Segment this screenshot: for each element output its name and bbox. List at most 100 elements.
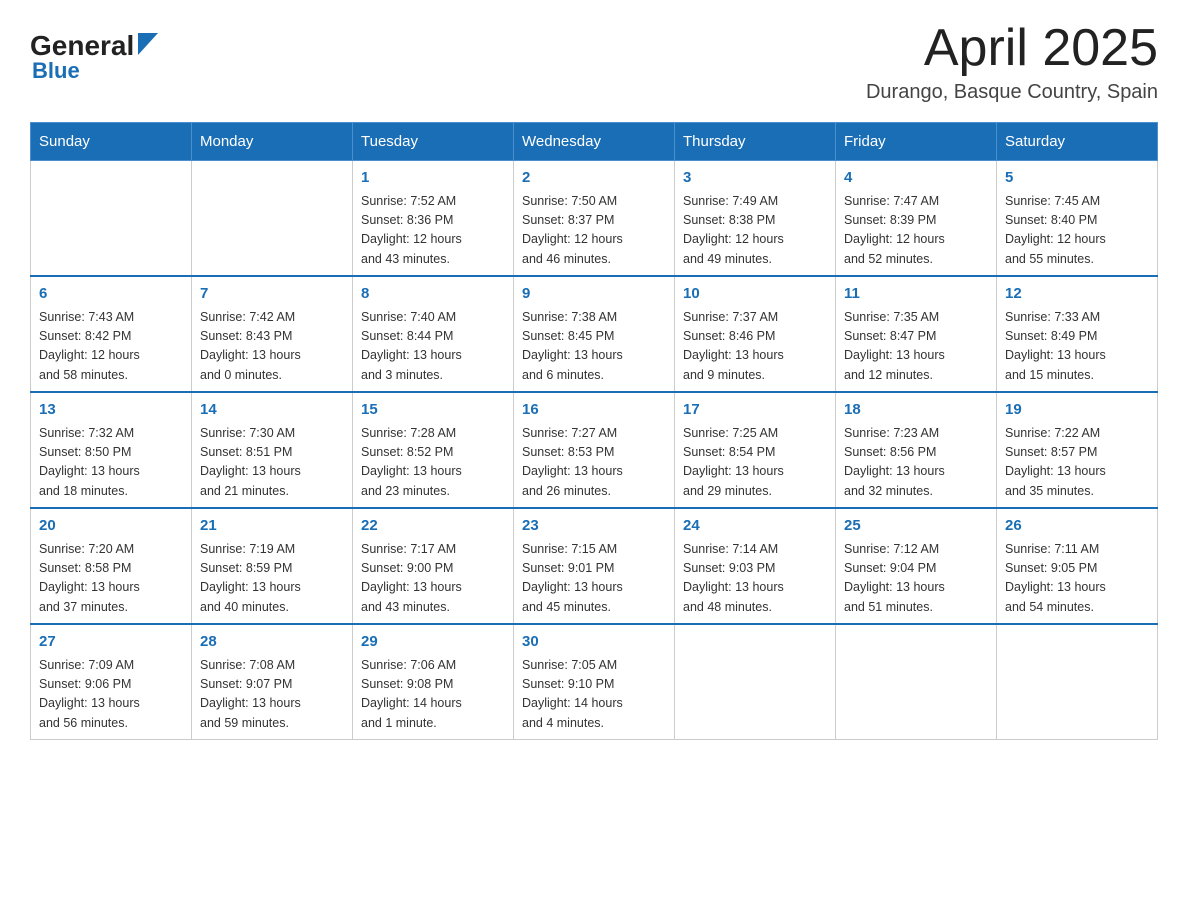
day-number: 2 — [522, 167, 666, 190]
day-info: Sunrise: 7:30 AM Sunset: 8:51 PM Dayligh… — [200, 424, 344, 502]
table-row: 27Sunrise: 7:09 AM Sunset: 9:06 PM Dayli… — [31, 624, 192, 740]
table-row: 30Sunrise: 7:05 AM Sunset: 9:10 PM Dayli… — [514, 624, 675, 740]
day-info: Sunrise: 7:05 AM Sunset: 9:10 PM Dayligh… — [522, 656, 666, 734]
col-monday: Monday — [192, 123, 353, 161]
day-info: Sunrise: 7:52 AM Sunset: 8:36 PM Dayligh… — [361, 192, 505, 270]
day-number: 6 — [39, 283, 183, 306]
day-info: Sunrise: 7:22 AM Sunset: 8:57 PM Dayligh… — [1005, 424, 1149, 502]
day-number: 24 — [683, 515, 827, 538]
day-number: 14 — [200, 399, 344, 422]
day-info: Sunrise: 7:09 AM Sunset: 9:06 PM Dayligh… — [39, 656, 183, 734]
table-row: 1Sunrise: 7:52 AM Sunset: 8:36 PM Daylig… — [353, 161, 514, 277]
day-number: 20 — [39, 515, 183, 538]
table-row: 19Sunrise: 7:22 AM Sunset: 8:57 PM Dayli… — [997, 392, 1158, 508]
day-info: Sunrise: 7:08 AM Sunset: 9:07 PM Dayligh… — [200, 656, 344, 734]
table-row: 10Sunrise: 7:37 AM Sunset: 8:46 PM Dayli… — [675, 276, 836, 392]
month-title: April 2025 — [866, 20, 1158, 77]
page-header: General Blue April 2025 Durango, Basque … — [30, 20, 1158, 104]
day-info: Sunrise: 7:50 AM Sunset: 8:37 PM Dayligh… — [522, 192, 666, 270]
table-row: 17Sunrise: 7:25 AM Sunset: 8:54 PM Dayli… — [675, 392, 836, 508]
day-info: Sunrise: 7:14 AM Sunset: 9:03 PM Dayligh… — [683, 540, 827, 618]
table-row: 24Sunrise: 7:14 AM Sunset: 9:03 PM Dayli… — [675, 508, 836, 624]
logo: General Blue — [30, 30, 158, 84]
day-number: 21 — [200, 515, 344, 538]
day-number: 1 — [361, 167, 505, 190]
day-info: Sunrise: 7:45 AM Sunset: 8:40 PM Dayligh… — [1005, 192, 1149, 270]
day-info: Sunrise: 7:32 AM Sunset: 8:50 PM Dayligh… — [39, 424, 183, 502]
day-info: Sunrise: 7:43 AM Sunset: 8:42 PM Dayligh… — [39, 308, 183, 386]
table-row: 21Sunrise: 7:19 AM Sunset: 8:59 PM Dayli… — [192, 508, 353, 624]
day-number: 10 — [683, 283, 827, 306]
col-tuesday: Tuesday — [353, 123, 514, 161]
table-row: 29Sunrise: 7:06 AM Sunset: 9:08 PM Dayli… — [353, 624, 514, 740]
table-row: 8Sunrise: 7:40 AM Sunset: 8:44 PM Daylig… — [353, 276, 514, 392]
day-number: 17 — [683, 399, 827, 422]
day-number: 25 — [844, 515, 988, 538]
calendar-header-row: Sunday Monday Tuesday Wednesday Thursday… — [31, 123, 1158, 161]
day-info: Sunrise: 7:28 AM Sunset: 8:52 PM Dayligh… — [361, 424, 505, 502]
day-number: 23 — [522, 515, 666, 538]
day-info: Sunrise: 7:35 AM Sunset: 8:47 PM Dayligh… — [844, 308, 988, 386]
table-row: 14Sunrise: 7:30 AM Sunset: 8:51 PM Dayli… — [192, 392, 353, 508]
day-number: 27 — [39, 631, 183, 654]
table-row — [836, 624, 997, 740]
day-info: Sunrise: 7:15 AM Sunset: 9:01 PM Dayligh… — [522, 540, 666, 618]
table-row: 6Sunrise: 7:43 AM Sunset: 8:42 PM Daylig… — [31, 276, 192, 392]
day-number: 29 — [361, 631, 505, 654]
table-row: 5Sunrise: 7:45 AM Sunset: 8:40 PM Daylig… — [997, 161, 1158, 277]
day-info: Sunrise: 7:11 AM Sunset: 9:05 PM Dayligh… — [1005, 540, 1149, 618]
table-row — [192, 161, 353, 277]
table-row: 20Sunrise: 7:20 AM Sunset: 8:58 PM Dayli… — [31, 508, 192, 624]
table-row: 22Sunrise: 7:17 AM Sunset: 9:00 PM Dayli… — [353, 508, 514, 624]
day-info: Sunrise: 7:27 AM Sunset: 8:53 PM Dayligh… — [522, 424, 666, 502]
col-thursday: Thursday — [675, 123, 836, 161]
col-friday: Friday — [836, 123, 997, 161]
table-row: 15Sunrise: 7:28 AM Sunset: 8:52 PM Dayli… — [353, 392, 514, 508]
col-wednesday: Wednesday — [514, 123, 675, 161]
day-info: Sunrise: 7:38 AM Sunset: 8:45 PM Dayligh… — [522, 308, 666, 386]
day-info: Sunrise: 7:19 AM Sunset: 8:59 PM Dayligh… — [200, 540, 344, 618]
table-row: 18Sunrise: 7:23 AM Sunset: 8:56 PM Dayli… — [836, 392, 997, 508]
day-info: Sunrise: 7:25 AM Sunset: 8:54 PM Dayligh… — [683, 424, 827, 502]
day-number: 22 — [361, 515, 505, 538]
day-info: Sunrise: 7:49 AM Sunset: 8:38 PM Dayligh… — [683, 192, 827, 270]
day-number: 12 — [1005, 283, 1149, 306]
day-number: 18 — [844, 399, 988, 422]
day-info: Sunrise: 7:17 AM Sunset: 9:00 PM Dayligh… — [361, 540, 505, 618]
day-number: 7 — [200, 283, 344, 306]
table-row: 23Sunrise: 7:15 AM Sunset: 9:01 PM Dayli… — [514, 508, 675, 624]
day-number: 26 — [1005, 515, 1149, 538]
day-info: Sunrise: 7:33 AM Sunset: 8:49 PM Dayligh… — [1005, 308, 1149, 386]
table-row: 2Sunrise: 7:50 AM Sunset: 8:37 PM Daylig… — [514, 161, 675, 277]
table-row: 25Sunrise: 7:12 AM Sunset: 9:04 PM Dayli… — [836, 508, 997, 624]
day-info: Sunrise: 7:23 AM Sunset: 8:56 PM Dayligh… — [844, 424, 988, 502]
table-row: 26Sunrise: 7:11 AM Sunset: 9:05 PM Dayli… — [997, 508, 1158, 624]
day-info: Sunrise: 7:47 AM Sunset: 8:39 PM Dayligh… — [844, 192, 988, 270]
day-number: 4 — [844, 167, 988, 190]
table-row: 7Sunrise: 7:42 AM Sunset: 8:43 PM Daylig… — [192, 276, 353, 392]
calendar-week-row: 27Sunrise: 7:09 AM Sunset: 9:06 PM Dayli… — [31, 624, 1158, 740]
table-row — [997, 624, 1158, 740]
table-row — [675, 624, 836, 740]
table-row: 3Sunrise: 7:49 AM Sunset: 8:38 PM Daylig… — [675, 161, 836, 277]
location: Durango, Basque Country, Spain — [866, 81, 1158, 104]
day-number: 9 — [522, 283, 666, 306]
day-info: Sunrise: 7:06 AM Sunset: 9:08 PM Dayligh… — [361, 656, 505, 734]
calendar-week-row: 20Sunrise: 7:20 AM Sunset: 8:58 PM Dayli… — [31, 508, 1158, 624]
table-row: 13Sunrise: 7:32 AM Sunset: 8:50 PM Dayli… — [31, 392, 192, 508]
day-number: 5 — [1005, 167, 1149, 190]
day-number: 30 — [522, 631, 666, 654]
logo-blue: Blue — [32, 58, 80, 84]
day-number: 15 — [361, 399, 505, 422]
day-number: 13 — [39, 399, 183, 422]
day-number: 19 — [1005, 399, 1149, 422]
table-row: 28Sunrise: 7:08 AM Sunset: 9:07 PM Dayli… — [192, 624, 353, 740]
title-section: April 2025 Durango, Basque Country, Spai… — [866, 20, 1158, 104]
calendar-week-row: 6Sunrise: 7:43 AM Sunset: 8:42 PM Daylig… — [31, 276, 1158, 392]
day-number: 8 — [361, 283, 505, 306]
day-info: Sunrise: 7:40 AM Sunset: 8:44 PM Dayligh… — [361, 308, 505, 386]
day-number: 28 — [200, 631, 344, 654]
table-row — [31, 161, 192, 277]
calendar-week-row: 1Sunrise: 7:52 AM Sunset: 8:36 PM Daylig… — [31, 161, 1158, 277]
table-row: 4Sunrise: 7:47 AM Sunset: 8:39 PM Daylig… — [836, 161, 997, 277]
